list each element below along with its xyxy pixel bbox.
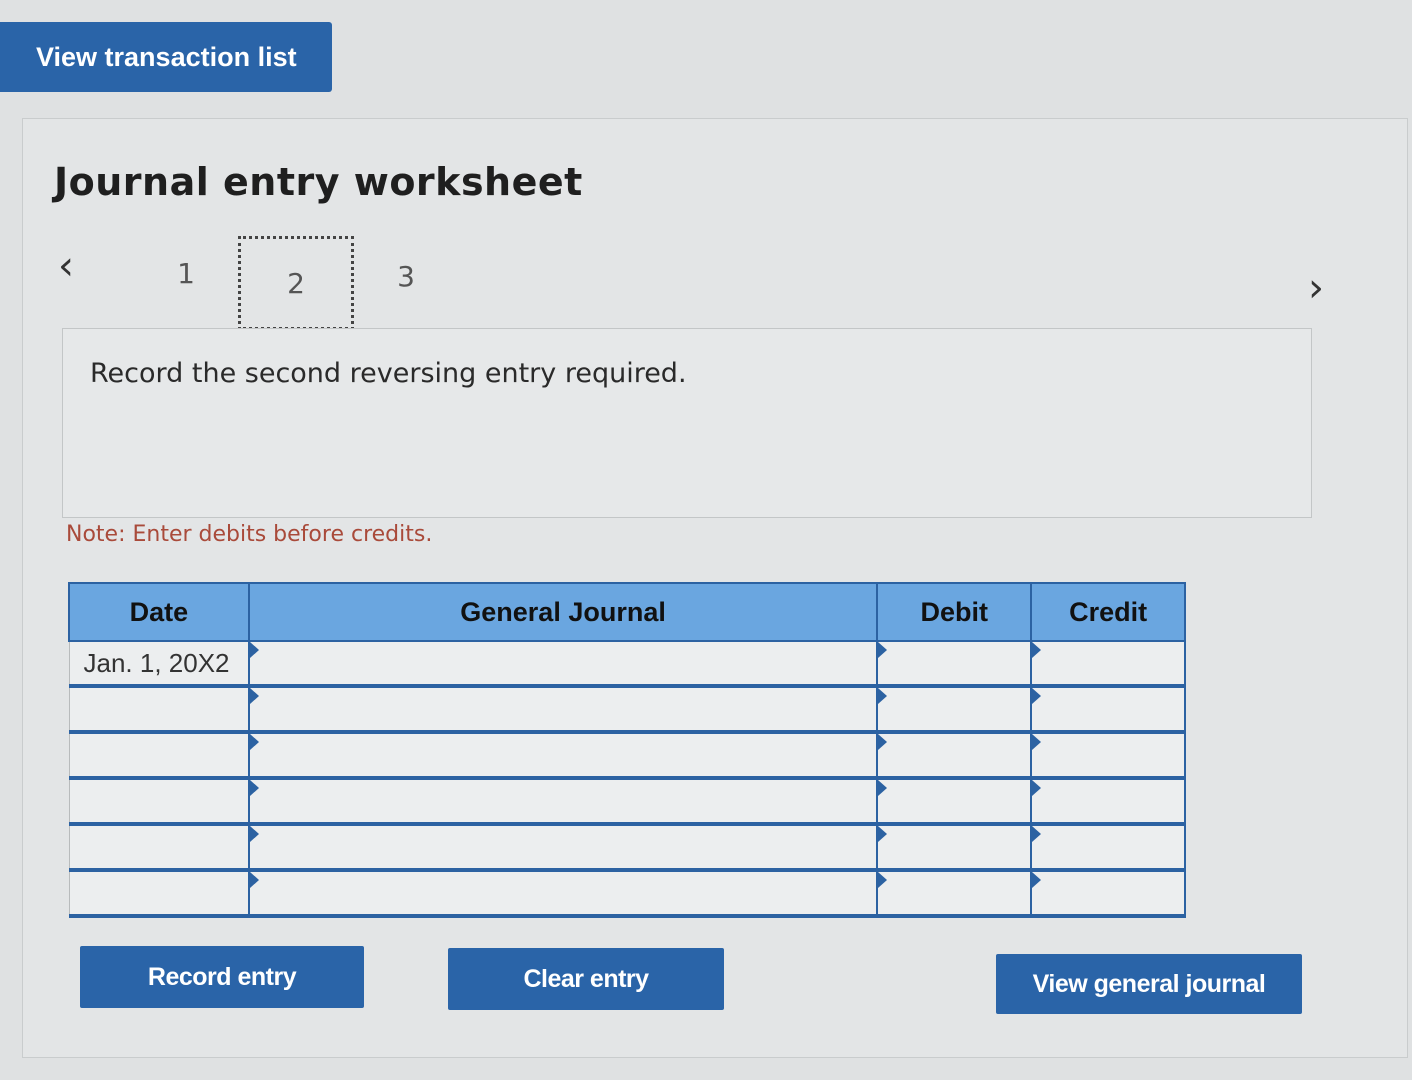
account-dropdown[interactable] [247, 777, 879, 826]
caret-icon [1032, 642, 1042, 658]
table-row [68, 823, 1186, 872]
account-dropdown[interactable] [247, 685, 879, 734]
caret-icon [1032, 872, 1042, 888]
table-row: Jan. 1, 20X2 [68, 640, 1186, 688]
debit-input[interactable] [876, 640, 1033, 688]
credit-input[interactable] [1030, 777, 1186, 826]
table-row [68, 731, 1186, 780]
chevron-right-icon[interactable]: › [1308, 268, 1324, 308]
column-header-credit: Credit [1030, 582, 1186, 642]
caret-icon [249, 826, 259, 842]
clear-entry-button[interactable]: Clear entry [448, 948, 724, 1010]
date-cell: Jan. 1, 20X2 [68, 640, 250, 688]
debit-input[interactable] [876, 823, 1033, 872]
account-dropdown[interactable] [247, 869, 879, 918]
caret-icon [249, 780, 259, 796]
credit-input[interactable] [1030, 640, 1186, 688]
record-entry-button[interactable]: Record entry [80, 946, 364, 1008]
date-cell [68, 685, 250, 734]
caret-icon [878, 688, 888, 704]
caret-icon [249, 872, 259, 888]
step-2-tab[interactable]: 2 [238, 236, 354, 330]
credit-input[interactable] [1030, 731, 1186, 780]
caret-icon [878, 780, 888, 796]
caret-icon [878, 642, 888, 658]
caret-icon [1032, 688, 1042, 704]
table-row [68, 685, 1186, 734]
date-cell [68, 869, 250, 918]
debit-input[interactable] [876, 685, 1033, 734]
page-title: Journal entry worksheet [54, 160, 583, 204]
table-row [68, 777, 1186, 826]
debit-input[interactable] [876, 869, 1033, 918]
step-1-tab[interactable]: 1 [168, 255, 204, 291]
instruction-box [62, 328, 1312, 518]
caret-icon [878, 872, 888, 888]
debit-input[interactable] [876, 731, 1033, 780]
journal-header-row: Date General Journal Debit Credit [68, 582, 1186, 642]
column-header-date: Date [68, 582, 250, 642]
caret-icon [249, 642, 259, 658]
instruction-text: Record the second reversing entry requir… [90, 358, 687, 389]
credit-input[interactable] [1030, 869, 1186, 918]
caret-icon [1032, 734, 1042, 750]
caret-icon [249, 688, 259, 704]
credit-input[interactable] [1030, 823, 1186, 872]
caret-icon [1032, 826, 1042, 842]
caret-icon [878, 734, 888, 750]
view-general-journal-button[interactable]: View general journal [996, 954, 1302, 1014]
note-text: Note: Enter debits before credits. [66, 522, 433, 547]
caret-icon [878, 826, 888, 842]
column-header-debit: Debit [876, 582, 1033, 642]
step-3-tab[interactable]: 3 [388, 258, 424, 294]
chevron-left-icon[interactable]: ‹ [58, 246, 74, 286]
table-row [68, 869, 1186, 918]
column-header-general-journal: General Journal [247, 582, 879, 642]
caret-icon [1032, 780, 1042, 796]
debit-input[interactable] [876, 777, 1033, 826]
date-cell [68, 823, 250, 872]
account-dropdown[interactable] [247, 731, 879, 780]
caret-icon [249, 734, 259, 750]
date-cell [68, 777, 250, 826]
date-cell [68, 731, 250, 780]
account-dropdown[interactable] [247, 640, 879, 688]
account-dropdown[interactable] [247, 823, 879, 872]
view-transaction-list-button[interactable]: View transaction list [0, 22, 332, 92]
journal-table: Date General Journal Debit Credit Jan. 1… [68, 582, 1186, 918]
credit-input[interactable] [1030, 685, 1186, 734]
